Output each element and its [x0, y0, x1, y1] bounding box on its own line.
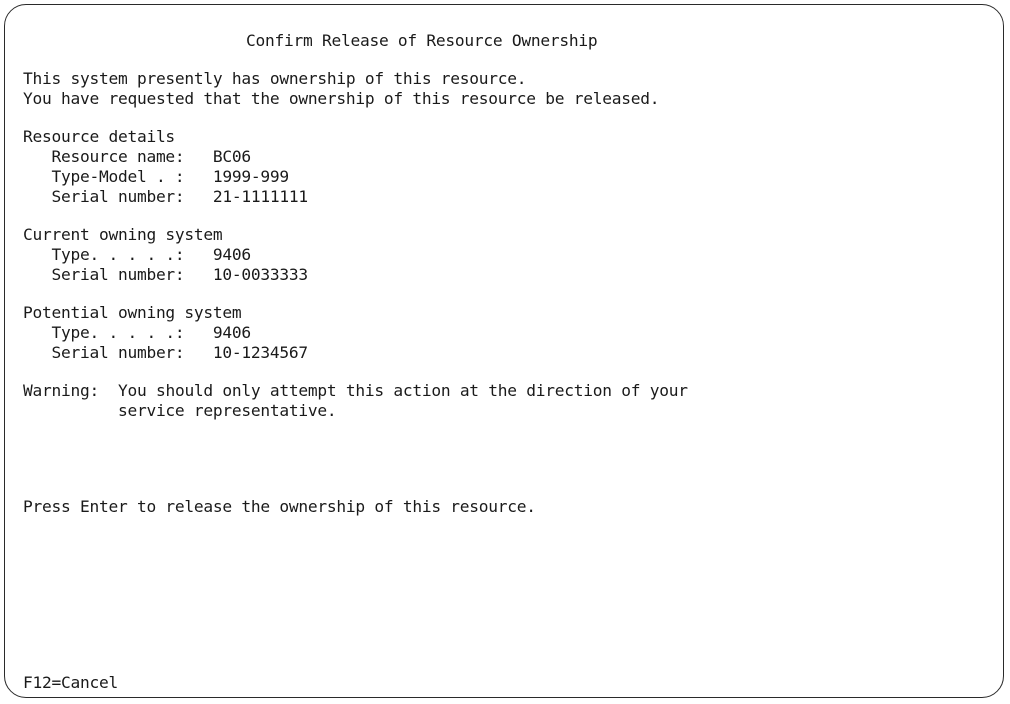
resource-name-value: BC06: [212, 147, 251, 166]
resource-serial-value: 21-1111111: [212, 187, 308, 206]
current-serial-row: Serial number: 10-0033333: [23, 265, 308, 285]
intro-line-2: You have requested that the ownership of…: [23, 89, 660, 108]
type-model-row: Type-Model . : 1999-999: [23, 167, 289, 187]
warning-text-1: You should only attempt this action at t…: [117, 381, 688, 400]
resource-name-row: Resource name: BC06: [23, 147, 251, 167]
potential-type-row: Type. . . . .: 9406: [23, 323, 251, 343]
current-type-value: 9406: [212, 245, 251, 264]
intro-line-1: This system presently has ownership of t…: [23, 69, 527, 88]
warning-label: Warning:: [23, 381, 118, 400]
warning-line-1: Warning: You should only attempt this ac…: [23, 381, 688, 401]
resource-serial-label: Serial number:: [23, 187, 213, 206]
type-model-label: Type-Model . :: [23, 167, 213, 186]
enter-prompt: Press Enter to release the ownership of …: [23, 497, 536, 516]
current-serial-value: 10-0033333: [212, 265, 308, 284]
potential-serial-value: 10-1234567: [212, 343, 308, 362]
current-type-row: Type. . . . .: 9406: [23, 245, 251, 265]
type-model-value: 1999-999: [212, 167, 289, 186]
potential-type-value: 9406: [212, 323, 251, 342]
screen-title: Confirm Release of Resource Ownership: [246, 31, 598, 50]
f12-cancel-key[interactable]: F12=Cancel: [23, 673, 118, 693]
potential-type-label: Type. . . . .:: [23, 323, 213, 342]
terminal-screen: Confirm Release of Resource Ownership Th…: [4, 4, 1004, 698]
current-owning-system-heading: Current owning system: [23, 225, 223, 244]
resource-details-heading: Resource details: [23, 127, 175, 146]
current-type-label: Type. . . . .:: [23, 245, 213, 264]
current-serial-label: Serial number:: [23, 265, 213, 284]
potential-serial-label: Serial number:: [23, 343, 213, 362]
resource-serial-row: Serial number: 21-1111111: [23, 187, 308, 207]
resource-name-label: Resource name:: [23, 147, 213, 166]
warning-line-2: service representative.: [23, 401, 337, 420]
potential-owning-system-heading: Potential owning system: [23, 303, 242, 322]
potential-serial-row: Serial number: 10-1234567: [23, 343, 308, 363]
